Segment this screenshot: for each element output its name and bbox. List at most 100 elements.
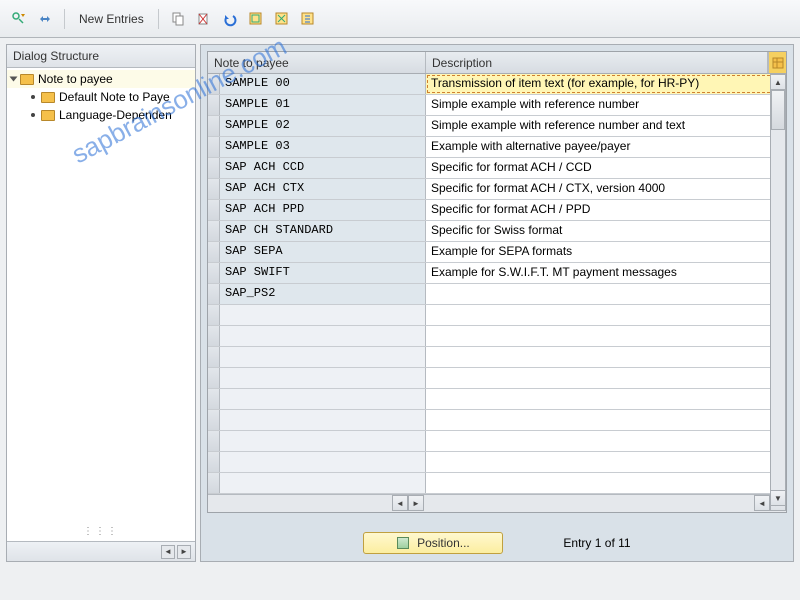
table-row[interactable]: SAMPLE 00Transmission of item text (for … (208, 74, 786, 95)
cell-key[interactable]: SAP ACH CCD (220, 158, 426, 178)
cell-desc[interactable] (426, 284, 786, 304)
cell-key[interactable]: SAP ACH CTX (220, 179, 426, 199)
cell-key[interactable]: SAP CH STANDARD (220, 221, 426, 241)
deselect-all-icon[interactable] (271, 8, 293, 30)
scroll-thumb[interactable] (771, 90, 785, 130)
new-entries-button[interactable]: New Entries (73, 12, 150, 26)
row-selector[interactable] (208, 200, 220, 220)
table-row[interactable]: SAMPLE 01Simple example with reference n… (208, 95, 786, 116)
table-row[interactable]: SAP ACH PPDSpecific for format ACH / PPD (208, 200, 786, 221)
row-selector[interactable] (208, 137, 220, 157)
row-selector[interactable] (208, 431, 220, 451)
table-row[interactable] (208, 347, 786, 368)
cell-desc[interactable]: Example for SEPA formats (426, 242, 786, 262)
tree-root-note-to-payee[interactable]: Note to payee (7, 70, 195, 88)
table-row[interactable]: SAMPLE 02Simple example with reference n… (208, 116, 786, 137)
cell-key[interactable] (220, 431, 426, 451)
table-row[interactable]: SAMPLE 03Example with alternative payee/… (208, 137, 786, 158)
copy-icon[interactable] (167, 8, 189, 30)
cell-key[interactable] (220, 305, 426, 325)
cell-key[interactable] (220, 347, 426, 367)
cell-desc[interactable]: Simple example with reference number and… (426, 116, 786, 136)
resize-handle[interactable]: ⋮⋮⋮ (7, 521, 195, 541)
cell-desc[interactable] (426, 410, 786, 430)
cell-desc[interactable] (426, 431, 786, 451)
row-selector[interactable] (208, 284, 220, 304)
row-selector[interactable] (208, 116, 220, 136)
undo-icon[interactable] (219, 8, 241, 30)
scroll-left-icon[interactable]: ◄ (161, 545, 175, 559)
cell-desc[interactable]: Specific for format ACH / CTX, version 4… (426, 179, 786, 199)
row-selector[interactable] (208, 473, 220, 493)
cell-key[interactable]: SAMPLE 03 (220, 137, 426, 157)
cell-key[interactable] (220, 473, 426, 493)
cell-desc[interactable] (426, 452, 786, 472)
cell-key[interactable]: SAP SEPA (220, 242, 426, 262)
cell-key[interactable] (220, 368, 426, 388)
table-row[interactable] (208, 452, 786, 473)
cell-desc[interactable]: Simple example with reference number (426, 95, 786, 115)
cell-key[interactable]: SAMPLE 02 (220, 116, 426, 136)
tree-item-default-note[interactable]: Default Note to Paye (7, 88, 195, 106)
scroll-right-icon[interactable]: ► (408, 495, 424, 511)
row-selector[interactable] (208, 326, 220, 346)
row-selector[interactable] (208, 452, 220, 472)
table-row[interactable] (208, 431, 786, 452)
cell-desc[interactable]: Specific for Swiss format (426, 221, 786, 241)
cell-desc[interactable]: Transmission of item text (for example, … (426, 74, 786, 94)
cell-key[interactable]: SAP_PS2 (220, 284, 426, 304)
col-description[interactable]: Description (426, 52, 768, 73)
table-row[interactable] (208, 326, 786, 347)
row-selector[interactable] (208, 242, 220, 262)
row-selector[interactable] (208, 158, 220, 178)
row-selector[interactable] (208, 368, 220, 388)
row-selector[interactable] (208, 95, 220, 115)
tree-item-language-dependent[interactable]: Language-Dependen (7, 106, 195, 124)
row-selector[interactable] (208, 74, 220, 94)
row-selector[interactable] (208, 347, 220, 367)
row-selector[interactable] (208, 221, 220, 241)
table-row[interactable]: SAP ACH CCDSpecific for format ACH / CCD (208, 158, 786, 179)
table-settings-icon[interactable] (768, 52, 786, 73)
table-row[interactable]: SAP SWIFTExample for S.W.I.F.T. MT payme… (208, 263, 786, 284)
cell-desc[interactable] (426, 326, 786, 346)
row-selector[interactable] (208, 410, 220, 430)
table-v-scroll[interactable]: ▲ ▼ (770, 74, 786, 506)
cell-key[interactable] (220, 410, 426, 430)
config-icon[interactable] (297, 8, 319, 30)
cell-key[interactable] (220, 452, 426, 472)
cell-desc[interactable]: Specific for format ACH / CCD (426, 158, 786, 178)
expand-icon[interactable] (34, 8, 56, 30)
scroll-right-icon[interactable]: ► (177, 545, 191, 559)
table-row[interactable] (208, 389, 786, 410)
cell-desc[interactable] (426, 389, 786, 409)
col-note-to-payee[interactable]: Note to payee (208, 52, 426, 73)
cell-key[interactable]: SAMPLE 01 (220, 95, 426, 115)
cell-desc[interactable] (426, 347, 786, 367)
cell-key[interactable] (220, 326, 426, 346)
table-row[interactable]: SAP SEPAExample for SEPA formats (208, 242, 786, 263)
scroll-left-icon[interactable]: ◄ (754, 495, 770, 511)
cell-desc[interactable] (426, 473, 786, 493)
scroll-down-icon[interactable]: ▼ (771, 490, 785, 505)
cell-key[interactable] (220, 389, 426, 409)
row-selector[interactable] (208, 263, 220, 283)
delete-icon[interactable] (193, 8, 215, 30)
cell-desc[interactable]: Example for S.W.I.F.T. MT payment messag… (426, 263, 786, 283)
table-row[interactable]: SAP ACH CTXSpecific for format ACH / CTX… (208, 179, 786, 200)
position-button[interactable]: Position... (363, 532, 503, 554)
table-row[interactable] (208, 368, 786, 389)
row-selector[interactable] (208, 305, 220, 325)
scroll-up-icon[interactable]: ▲ (771, 75, 785, 90)
row-selector[interactable] (208, 179, 220, 199)
cell-desc[interactable]: Example with alternative payee/payer (426, 137, 786, 157)
cell-key[interactable]: SAP ACH PPD (220, 200, 426, 220)
scroll-left-icon[interactable]: ◄ (392, 495, 408, 511)
toggle-display-icon[interactable] (8, 8, 30, 30)
select-all-icon[interactable] (245, 8, 267, 30)
cell-desc[interactable] (426, 368, 786, 388)
table-row[interactable] (208, 305, 786, 326)
cell-key[interactable]: SAP SWIFT (220, 263, 426, 283)
table-row[interactable] (208, 473, 786, 494)
scroll-track[interactable] (771, 90, 785, 490)
